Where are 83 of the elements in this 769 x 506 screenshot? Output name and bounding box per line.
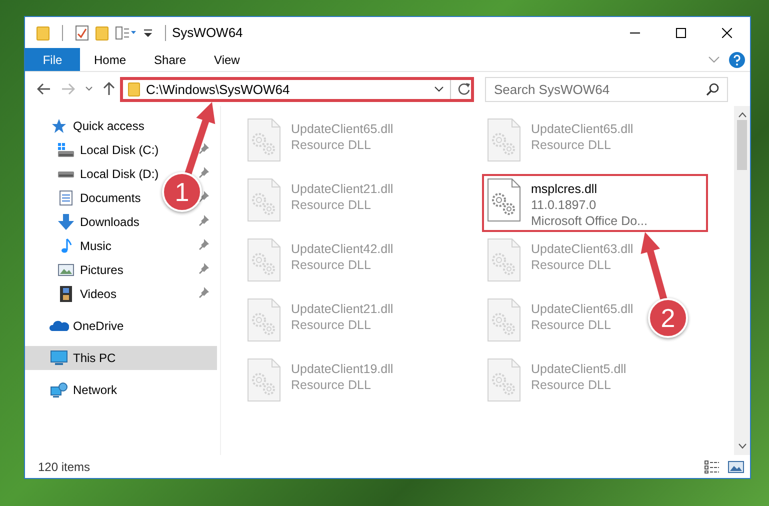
help-icon[interactable] xyxy=(729,52,745,68)
address-bar[interactable]: C:\Windows\SysWOW64 xyxy=(120,76,474,102)
file-detail: Resource DLL xyxy=(291,257,372,273)
item-count: 120 items xyxy=(38,460,92,474)
file-detail: Resource DLL xyxy=(291,377,372,393)
large-icons-view-icon[interactable] xyxy=(728,460,744,474)
document-icon xyxy=(59,190,73,206)
nav-item[interactable]: Music xyxy=(56,234,114,258)
file-detail: Resource DLL xyxy=(291,137,372,153)
scroll-down-icon[interactable] xyxy=(738,443,746,449)
expand-ribbon-icon[interactable] xyxy=(708,56,720,64)
monitor-icon xyxy=(50,350,68,366)
drive-icon xyxy=(57,142,75,158)
nav-item[interactable]: Downloads xyxy=(56,210,142,234)
file-name: UpdateClient5.dll xyxy=(531,361,626,377)
scrollbar[interactable] xyxy=(734,106,750,455)
nav-item[interactable]: Network xyxy=(25,378,217,402)
nav-item[interactable]: Pictures xyxy=(56,258,126,282)
address-dropdown-icon[interactable] xyxy=(434,86,444,92)
file-name: UpdateClient63.dll xyxy=(531,241,634,257)
file-detail: Resource DLL xyxy=(531,317,612,333)
file-name: UpdateClient65.dll xyxy=(291,121,394,137)
network-icon xyxy=(50,382,68,398)
file-name: UpdateClient21.dll xyxy=(291,181,394,197)
nav-item[interactable]: Documents xyxy=(56,186,143,210)
file-detail: 11.0.1897.0 xyxy=(531,197,598,213)
picture-icon xyxy=(58,263,74,277)
customize-caret-icon[interactable] xyxy=(143,26,153,38)
file-menu-button[interactable]: File xyxy=(25,48,80,71)
back-arrow-icon[interactable] xyxy=(37,83,51,95)
cloud-icon xyxy=(49,320,69,332)
ribbon-tab[interactable]: View xyxy=(200,48,254,71)
properties-icon[interactable] xyxy=(115,24,137,40)
music-note-icon xyxy=(60,238,72,254)
file-name: UpdateClient65.dll xyxy=(531,121,634,137)
ribbon-tab[interactable]: Share xyxy=(140,48,200,71)
nav-item[interactable]: Local Disk (D:) xyxy=(56,162,161,186)
file-detail: Microsoft Office Do... xyxy=(531,213,648,229)
search-field[interactable]: Search SysWOW64 xyxy=(485,76,728,102)
drive-icon xyxy=(57,170,75,178)
file-detail: Resource DLL xyxy=(531,137,612,153)
file-name: UpdateClient21.dll xyxy=(291,301,394,317)
gear-file-icon xyxy=(487,358,521,402)
gear-file-icon xyxy=(487,178,521,222)
nav-item[interactable]: Local Disk (C:) xyxy=(56,138,161,162)
gear-file-icon xyxy=(487,298,521,342)
maximize-icon xyxy=(676,28,686,38)
window-title: SysWOW64 xyxy=(172,25,243,40)
folder-icon xyxy=(128,82,140,96)
nav-item[interactable]: Quick access xyxy=(25,114,217,138)
film-strip-icon xyxy=(59,286,73,302)
file-detail: Resource DLL xyxy=(291,197,372,213)
download-arrow-icon xyxy=(58,214,74,230)
file-detail: Resource DLL xyxy=(531,377,612,393)
search-icon xyxy=(706,82,719,96)
nav-item[interactable]: OneDrive xyxy=(25,314,217,338)
file-name: msplcres.dll xyxy=(531,181,598,197)
nav-item[interactable]: This PC xyxy=(25,346,217,370)
file-detail: Resource DLL xyxy=(291,317,372,333)
file-detail: Resource DLL xyxy=(531,257,612,273)
file-item[interactable]: msplcres.dll 11.0.1897.0 Microsoft Office Do... xyxy=(482,174,708,232)
gear-file-icon xyxy=(247,358,281,402)
nav-item[interactable]: Videos xyxy=(56,282,118,306)
recent-locations-caret-icon[interactable] xyxy=(85,86,93,92)
file-name: UpdateClient42.dll xyxy=(291,241,394,257)
star-icon xyxy=(51,118,67,134)
address-path: C:\Windows\SysWOW64 xyxy=(146,82,291,96)
refresh-icon[interactable] xyxy=(457,82,471,96)
scroll-up-icon[interactable] xyxy=(738,112,746,118)
scroll-thumb[interactable] xyxy=(737,120,747,170)
gear-file-icon xyxy=(487,238,521,282)
gear-file-icon xyxy=(247,298,281,342)
up-arrow-icon[interactable] xyxy=(103,82,115,96)
gear-file-icon xyxy=(487,118,521,162)
close-icon xyxy=(722,28,732,38)
file-name: UpdateClient19.dll xyxy=(291,361,394,377)
ribbon-tab[interactable]: Home xyxy=(80,48,140,71)
gear-file-icon xyxy=(247,178,281,222)
gear-file-icon xyxy=(247,238,281,282)
checklist-icon[interactable] xyxy=(75,24,89,40)
file-name: UpdateClient65.dll xyxy=(531,301,634,317)
details-view-icon[interactable] xyxy=(704,460,720,474)
gear-file-icon xyxy=(247,118,281,162)
